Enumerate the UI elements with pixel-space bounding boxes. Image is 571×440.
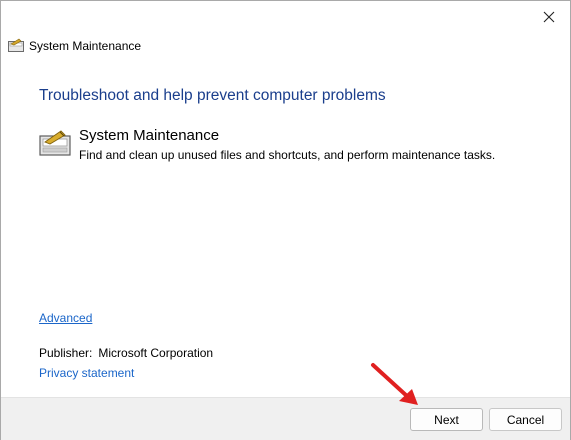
publisher-info: Publisher: Microsoft Corporation — [39, 346, 213, 360]
annotation-arrow-icon — [371, 363, 418, 405]
close-button[interactable] — [534, 5, 564, 29]
system-maintenance-icon — [8, 38, 24, 52]
system-maintenance-icon — [39, 130, 71, 156]
dialog-footer: Next Cancel — [1, 397, 570, 440]
cancel-button[interactable]: Cancel — [489, 408, 562, 431]
publisher-value: Microsoft Corporation — [98, 346, 214, 360]
privacy-statement-link[interactable]: Privacy statement — [39, 366, 134, 380]
troubleshooter-window: System Maintenance Troubleshoot and help… — [0, 0, 571, 440]
task-title: System Maintenance — [79, 127, 220, 144]
window-title: System Maintenance — [29, 39, 142, 53]
close-icon — [543, 11, 555, 23]
page-heading: Troubleshoot and help prevent computer p… — [39, 87, 386, 104]
task-description: Find and clean up unused files and short… — [79, 148, 496, 162]
advanced-link[interactable]: Advanced — [39, 311, 92, 325]
next-button[interactable]: Next — [410, 408, 483, 431]
publisher-label: Publisher: — [39, 346, 93, 360]
